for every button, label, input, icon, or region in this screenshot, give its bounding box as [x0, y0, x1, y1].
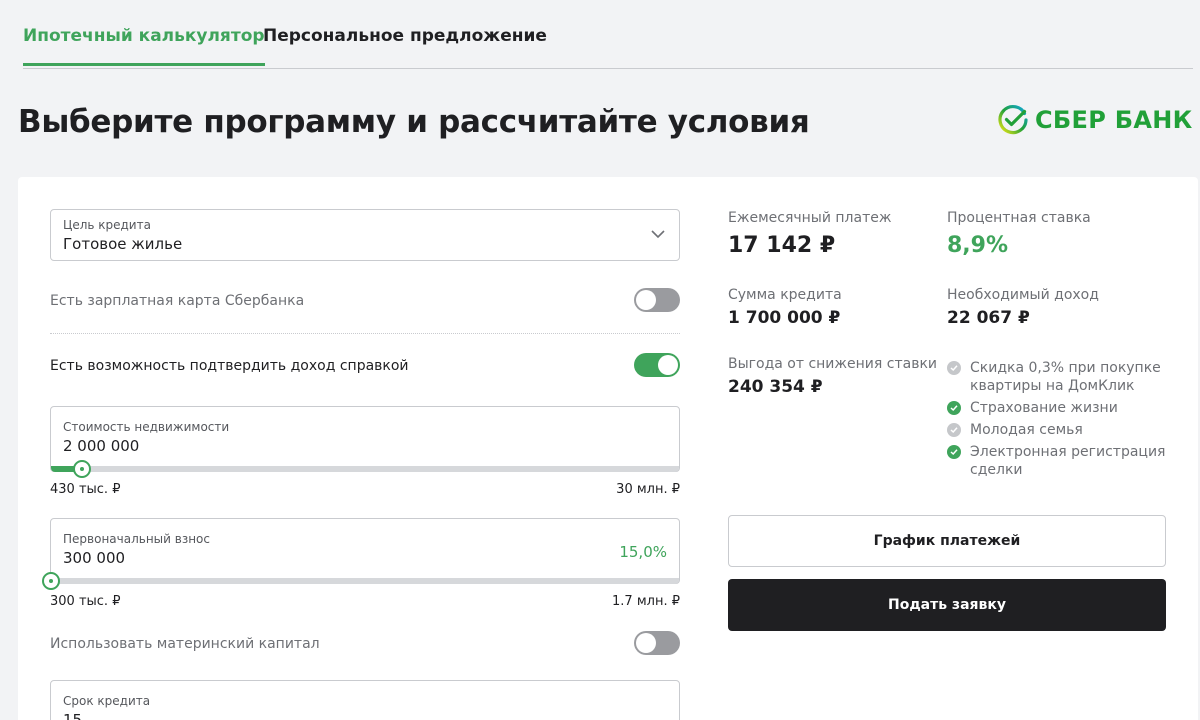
maternity-capital-label: Использовать материнский капитал	[50, 636, 320, 652]
discount-label: Молодая семья	[970, 422, 1083, 438]
tab-mortgage-calculator[interactable]: Ипотечный калькулятор	[23, 26, 265, 66]
property-cost-max: 30 млн. ₽	[616, 482, 680, 497]
rate-benefit-label: Выгода от снижения ставки	[728, 356, 937, 372]
loan-term-label: Срок кредита	[63, 694, 151, 708]
down-payment-slider-thumb[interactable]	[42, 572, 60, 590]
check-circle-icon	[947, 361, 961, 375]
down-payment-label: Первоначальный взнос	[63, 532, 210, 546]
required-income-label: Необходимый доход	[947, 287, 1099, 303]
loan-amount-value: 1 700 000 ₽	[728, 308, 841, 328]
discount-item[interactable]: Страхование жизни	[947, 399, 1167, 417]
tab-bar: Ипотечный калькулятор Персональное предл…	[23, 0, 1193, 69]
chevron-down-icon[interactable]	[651, 229, 665, 239]
toggle-knob	[636, 290, 656, 310]
purpose-value: Готовое жилье	[63, 235, 183, 253]
payment-schedule-button[interactable]: График платежей	[728, 515, 1166, 567]
income-proof-label: Есть возможность подтвердить доход справ…	[50, 358, 409, 374]
salary-card-toggle[interactable]	[634, 288, 680, 312]
submit-application-button[interactable]: Подать заявку	[728, 579, 1166, 631]
rate-benefit-value: 240 354 ₽	[728, 377, 823, 397]
loan-term-value[interactable]: 15	[63, 711, 82, 720]
interest-rate-label: Процентная ставка	[947, 210, 1091, 226]
loan-amount-label: Сумма кредита	[728, 287, 842, 303]
down-payment-min: 300 тыс. ₽	[50, 594, 121, 609]
property-cost-value[interactable]: 2 000 000	[63, 437, 139, 455]
property-cost-slider-track[interactable]	[51, 460, 679, 478]
discount-label: Электронная регистрация сделки	[970, 444, 1166, 478]
property-cost-min: 430 тыс. ₽	[50, 482, 121, 497]
toggle-knob	[636, 633, 656, 653]
discount-item[interactable]: Молодая семья	[947, 421, 1167, 439]
property-cost-field[interactable]: Стоимость недвижимости 2 000 000	[50, 406, 680, 478]
maternity-capital-toggle[interactable]	[634, 631, 680, 655]
sber-logo-icon	[998, 105, 1028, 135]
divider	[50, 333, 680, 334]
salary-card-label: Есть зарплатная карта Сбербанка	[50, 293, 305, 309]
sberbank-logo: СБЕР БАНК	[997, 103, 1193, 137]
monthly-payment-value: 17 142 ₽	[728, 233, 836, 258]
discount-list: Скидка 0,3% при покупке квартиры на ДомК…	[947, 359, 1167, 483]
page-title: Выберите программу и рассчитайте условия	[18, 104, 810, 140]
logo-text: СБЕР БАНК	[1035, 106, 1193, 134]
down-payment-field[interactable]: Первоначальный взнос 300 000 15,0%	[42, 518, 680, 590]
purpose-label: Цель кредита	[63, 218, 151, 232]
loan-term-field[interactable]: Срок кредита 15	[50, 680, 680, 720]
down-payment-percent: 15,0%	[619, 543, 667, 561]
interest-rate-value: 8,9%	[947, 233, 1009, 258]
property-cost-label: Стоимость недвижимости	[63, 420, 230, 434]
discount-item[interactable]: Электронная регистрация сделки	[947, 443, 1167, 479]
required-income-value: 22 067 ₽	[947, 308, 1030, 328]
check-circle-icon	[947, 423, 961, 437]
discount-label: Скидка 0,3% при покупке квартиры на ДомК…	[970, 360, 1161, 394]
discount-label: Страхование жизни	[970, 400, 1118, 416]
down-payment-slider-track[interactable]	[42, 572, 679, 590]
income-proof-toggle[interactable]	[634, 353, 680, 377]
monthly-payment-label: Ежемесячный платеж	[728, 210, 892, 226]
check-circle-icon	[947, 401, 961, 415]
down-payment-value[interactable]: 300 000	[63, 549, 125, 567]
toggle-knob	[658, 355, 678, 375]
discount-item[interactable]: Скидка 0,3% при покупке квартиры на ДомК…	[947, 359, 1167, 395]
down-payment-max: 1.7 млн. ₽	[612, 594, 680, 609]
purpose-select[interactable]: Цель кредита Готовое жилье	[50, 209, 680, 261]
tab-personal-offer[interactable]: Персональное предложение	[263, 26, 547, 46]
check-circle-icon	[947, 445, 961, 459]
